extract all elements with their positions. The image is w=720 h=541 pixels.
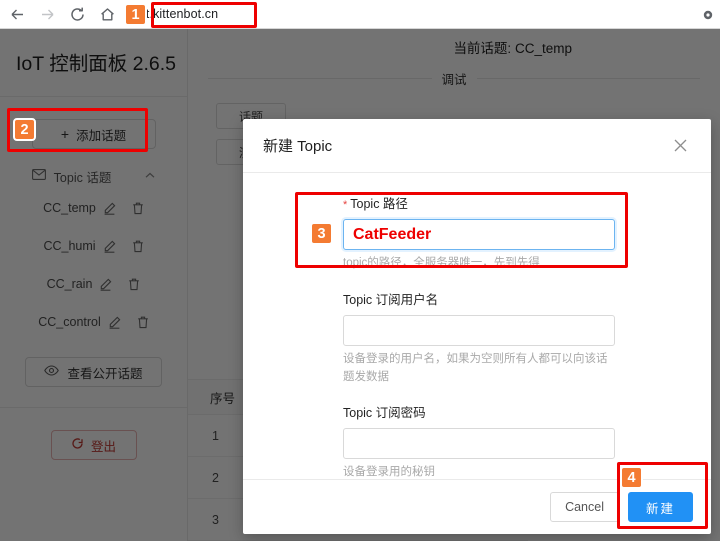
screenshot-root: iot.kittenbot.cn IoT 控制面板 2.6.5 + 添加话题 <box>0 0 720 541</box>
close-icon[interactable] <box>669 135 691 157</box>
more-options-icon[interactable] <box>702 8 714 20</box>
browser-menu-area <box>702 8 714 20</box>
dialog-body: *Topic 路径 topic的路径，全服务器唯一，先到先得 Topic 订阅用… <box>243 173 711 482</box>
field-topic-username: Topic 订阅用户名 设备登录的用户名，如果为空则所有人都可以向该话题发数据 <box>343 289 615 387</box>
home-icon[interactable] <box>94 1 120 27</box>
annotation-badge-1: 1 <box>124 3 147 26</box>
field-label-text: Topic 订阅密码 <box>343 406 426 421</box>
cancel-button[interactable]: Cancel <box>550 492 619 522</box>
dialog-header: 新建 Topic <box>243 119 711 173</box>
forward-icon <box>34 1 60 27</box>
reload-icon[interactable] <box>64 1 90 27</box>
topic-path-input[interactable] <box>343 219 615 250</box>
field-topic-password: Topic 订阅密码 设备登录用的秘钥 <box>343 402 615 482</box>
annotation-badge-2: 2 <box>13 118 36 141</box>
annotation-badge-4: 4 <box>620 466 643 489</box>
field-label-text: Topic 订阅用户名 <box>343 292 439 307</box>
dialog-title: 新建 Topic <box>263 138 333 155</box>
required-marker: * <box>343 199 348 211</box>
field-label: * Topic 路径 <box>343 193 615 212</box>
submit-button[interactable]: 新建 <box>627 492 693 522</box>
annotation-badge-3: 3 <box>310 222 333 245</box>
topic-username-input[interactable] <box>343 314 615 346</box>
field-hint: 设备登录的用户名，如果为空则所有人都可以向该话题发数据 <box>343 352 608 383</box>
back-icon[interactable] <box>4 1 30 27</box>
field-label: Topic 订阅密码 <box>343 402 615 421</box>
field-topic-path: *Topic 路径 topic的路径，全服务器唯一，先到先得 <box>343 193 615 273</box>
field-hint: topic的路径，全服务器唯一，先到先得 <box>343 257 540 269</box>
browser-toolbar: iot.kittenbot.cn <box>0 0 720 29</box>
field-label-text: Topic 路径 <box>350 197 408 211</box>
topic-password-input[interactable] <box>343 428 615 460</box>
field-label: Topic 订阅用户名 <box>343 289 615 308</box>
